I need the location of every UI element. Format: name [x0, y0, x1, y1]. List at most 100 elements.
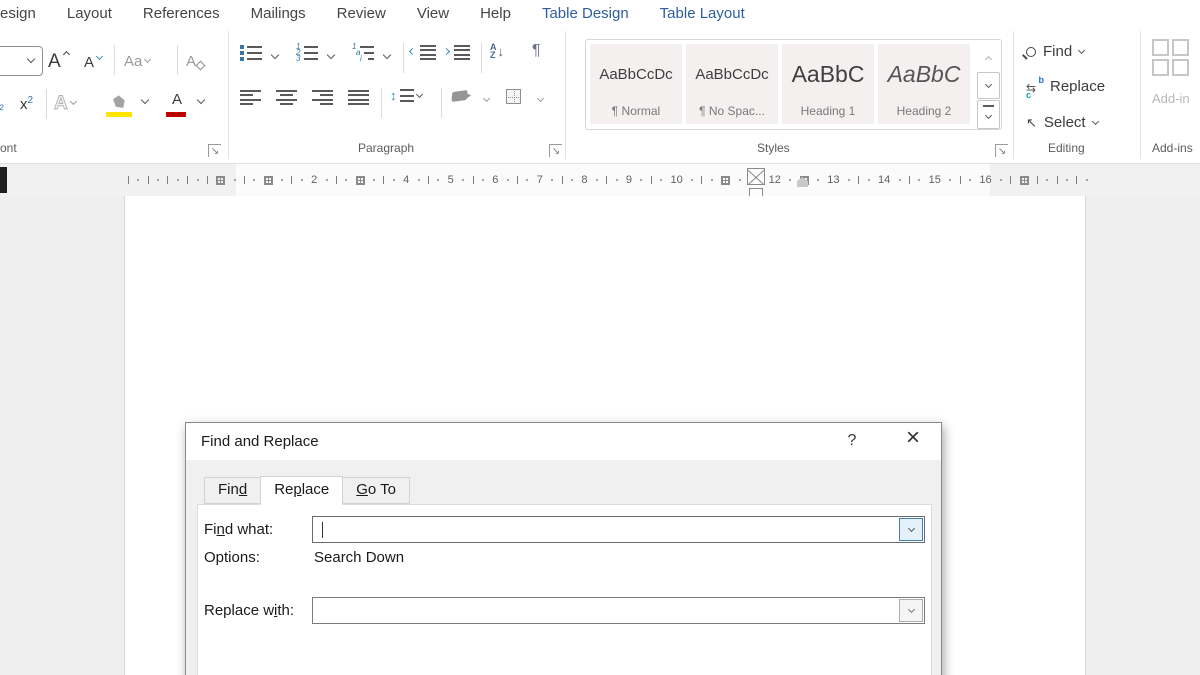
menu-item[interactable]: Table Design: [542, 5, 629, 22]
word-window: esign Layout References Mailings Review View H…: [0, 0, 1200, 675]
shading-button[interactable]: [452, 91, 467, 101]
paragraph-dialog-launcher[interactable]: ↘: [549, 144, 562, 157]
styles-scroll-up-button[interactable]: [977, 45, 1000, 71]
font-color-swatch: [166, 112, 186, 117]
align-right-icon: [312, 90, 333, 105]
superscript-button[interactable]: x 2: [20, 91, 33, 117]
ruler-mark: [437, 179, 439, 181]
chevron-down-icon[interactable]: [327, 51, 335, 59]
highlight-color-button[interactable]: [104, 87, 134, 117]
editing-group-label: Editing: [1048, 141, 1085, 155]
chevron-down-icon[interactable]: [537, 95, 544, 102]
clear-formatting-button[interactable]: A: [186, 47, 204, 75]
align-right-button[interactable]: [312, 90, 333, 105]
justify-button[interactable]: [348, 90, 369, 105]
multilevel-list-icon: 1 a i: [352, 45, 374, 61]
table-column-marker[interactable]: [747, 168, 765, 185]
menu-item[interactable]: Table Layout: [660, 5, 745, 22]
replace-with-input[interactable]: [312, 597, 925, 624]
bullets-icon: [240, 45, 262, 61]
ruler-mark: [187, 176, 188, 184]
style-item[interactable]: AaBbCcDc ¶ Normal: [590, 44, 682, 124]
align-left-button[interactable]: [240, 90, 261, 105]
grow-font-button[interactable]: A: [48, 47, 69, 75]
close-icon[interactable]: ×: [896, 424, 930, 454]
numbering-button[interactable]: 1 2 3: [296, 45, 318, 61]
help-icon[interactable]: ?: [841, 432, 863, 450]
ruler-mark: [197, 179, 199, 181]
ruler-mark: [739, 179, 741, 181]
shrink-font-button[interactable]: A: [84, 49, 102, 75]
menu-bar: esign Layout References Mailings Review View H…: [0, 0, 1200, 27]
ruler-mark: [899, 179, 901, 181]
menu-item[interactable]: esign: [0, 5, 36, 22]
find-what-dropdown-button[interactable]: [899, 518, 923, 541]
highlighter-icon: [111, 94, 127, 111]
shrink-font-icon: A: [84, 55, 94, 70]
ruler-mark: [234, 179, 236, 181]
ruler-mark: [1046, 179, 1048, 181]
menu-item[interactable]: Review: [337, 5, 386, 22]
chevron-down-icon[interactable]: [141, 96, 149, 104]
change-case-button[interactable]: Aa: [124, 47, 150, 75]
replace-button[interactable]: ⇆ b c Replace: [1026, 78, 1105, 95]
chevron-down-icon[interactable]: [271, 51, 279, 59]
ruler-mark: [167, 176, 168, 184]
font-size-combo[interactable]: [0, 46, 43, 76]
multilevel-list-button[interactable]: 1 a i: [352, 45, 374, 61]
subscript-icon: x₂: [0, 96, 4, 112]
add-ins-button[interactable]: [1152, 39, 1189, 76]
chevron-down-icon[interactable]: [383, 51, 391, 59]
dialog-tab[interactable]: Replace: [260, 476, 343, 505]
chevron-down-icon[interactable]: [483, 95, 490, 102]
ruler-mark: [507, 179, 509, 181]
find-what-input[interactable]: [312, 516, 925, 543]
find-replace-dialog: Find and Replace ? × Find Replace Go To …: [185, 422, 942, 675]
font-dialog-launcher[interactable]: ↘: [208, 144, 221, 157]
ruler-mark: [383, 176, 384, 184]
style-item[interactable]: AaBbCcDc ¶ No Spac...: [686, 44, 778, 124]
style-item[interactable]: AaBbC Heading 1: [782, 44, 874, 124]
font-color-button[interactable]: A: [164, 87, 190, 117]
bullets-button[interactable]: [240, 45, 262, 61]
chevron-down-icon: [144, 56, 151, 63]
menu-item[interactable]: References: [143, 5, 220, 22]
ruler-mark: [177, 179, 179, 181]
dialog-tabs: Find Replace Go To: [204, 477, 409, 505]
replace-with-dropdown-button[interactable]: [899, 599, 923, 622]
menu-item[interactable]: Mailings: [251, 5, 306, 22]
dialog-tab[interactable]: Find: [204, 477, 261, 504]
find-button[interactable]: Find: [1026, 43, 1084, 60]
style-preview: AaBbCcDc: [695, 44, 768, 104]
subscript-button-partial[interactable]: x₂: [0, 91, 8, 117]
menu-item[interactable]: View: [417, 5, 449, 22]
menu-item[interactable]: Layout: [67, 5, 112, 22]
ruler-mark: [356, 176, 365, 185]
ruler-mark: [858, 176, 859, 184]
align-left-icon: [240, 90, 261, 105]
menu-item[interactable]: Help: [480, 5, 511, 22]
style-item[interactable]: AaBbC Heading 2: [878, 44, 970, 124]
ruler-mark: [393, 179, 395, 181]
show-paragraph-marks-button[interactable]: ¶: [532, 43, 541, 59]
sort-button[interactable]: A Z ↓: [490, 43, 504, 59]
text-effects-button[interactable]: A: [54, 89, 76, 117]
ruler-mark: [606, 176, 607, 184]
select-button[interactable]: ↖ Select: [1026, 114, 1098, 131]
styles-scroll-down-button[interactable]: [977, 72, 1000, 99]
ruler-mark: [128, 176, 129, 184]
dialog-title: Find and Replace: [201, 433, 319, 450]
line-spacing-button[interactable]: ↕: [390, 89, 422, 102]
decrease-indent-button[interactable]: [410, 45, 436, 60]
chevron-down-icon[interactable]: [197, 96, 205, 104]
dialog-tab[interactable]: Go To: [342, 477, 410, 504]
ruler-mark: [473, 176, 474, 184]
ruler-mark: [640, 179, 642, 181]
borders-button[interactable]: [506, 89, 521, 104]
align-center-button[interactable]: [276, 90, 297, 105]
style-name: ¶ No Spac...: [699, 104, 765, 124]
styles-gallery-expand-button[interactable]: [977, 100, 1000, 129]
ruler-mark: [691, 179, 693, 181]
styles-dialog-launcher[interactable]: ↘: [995, 144, 1008, 157]
increase-indent-button[interactable]: [444, 45, 470, 60]
